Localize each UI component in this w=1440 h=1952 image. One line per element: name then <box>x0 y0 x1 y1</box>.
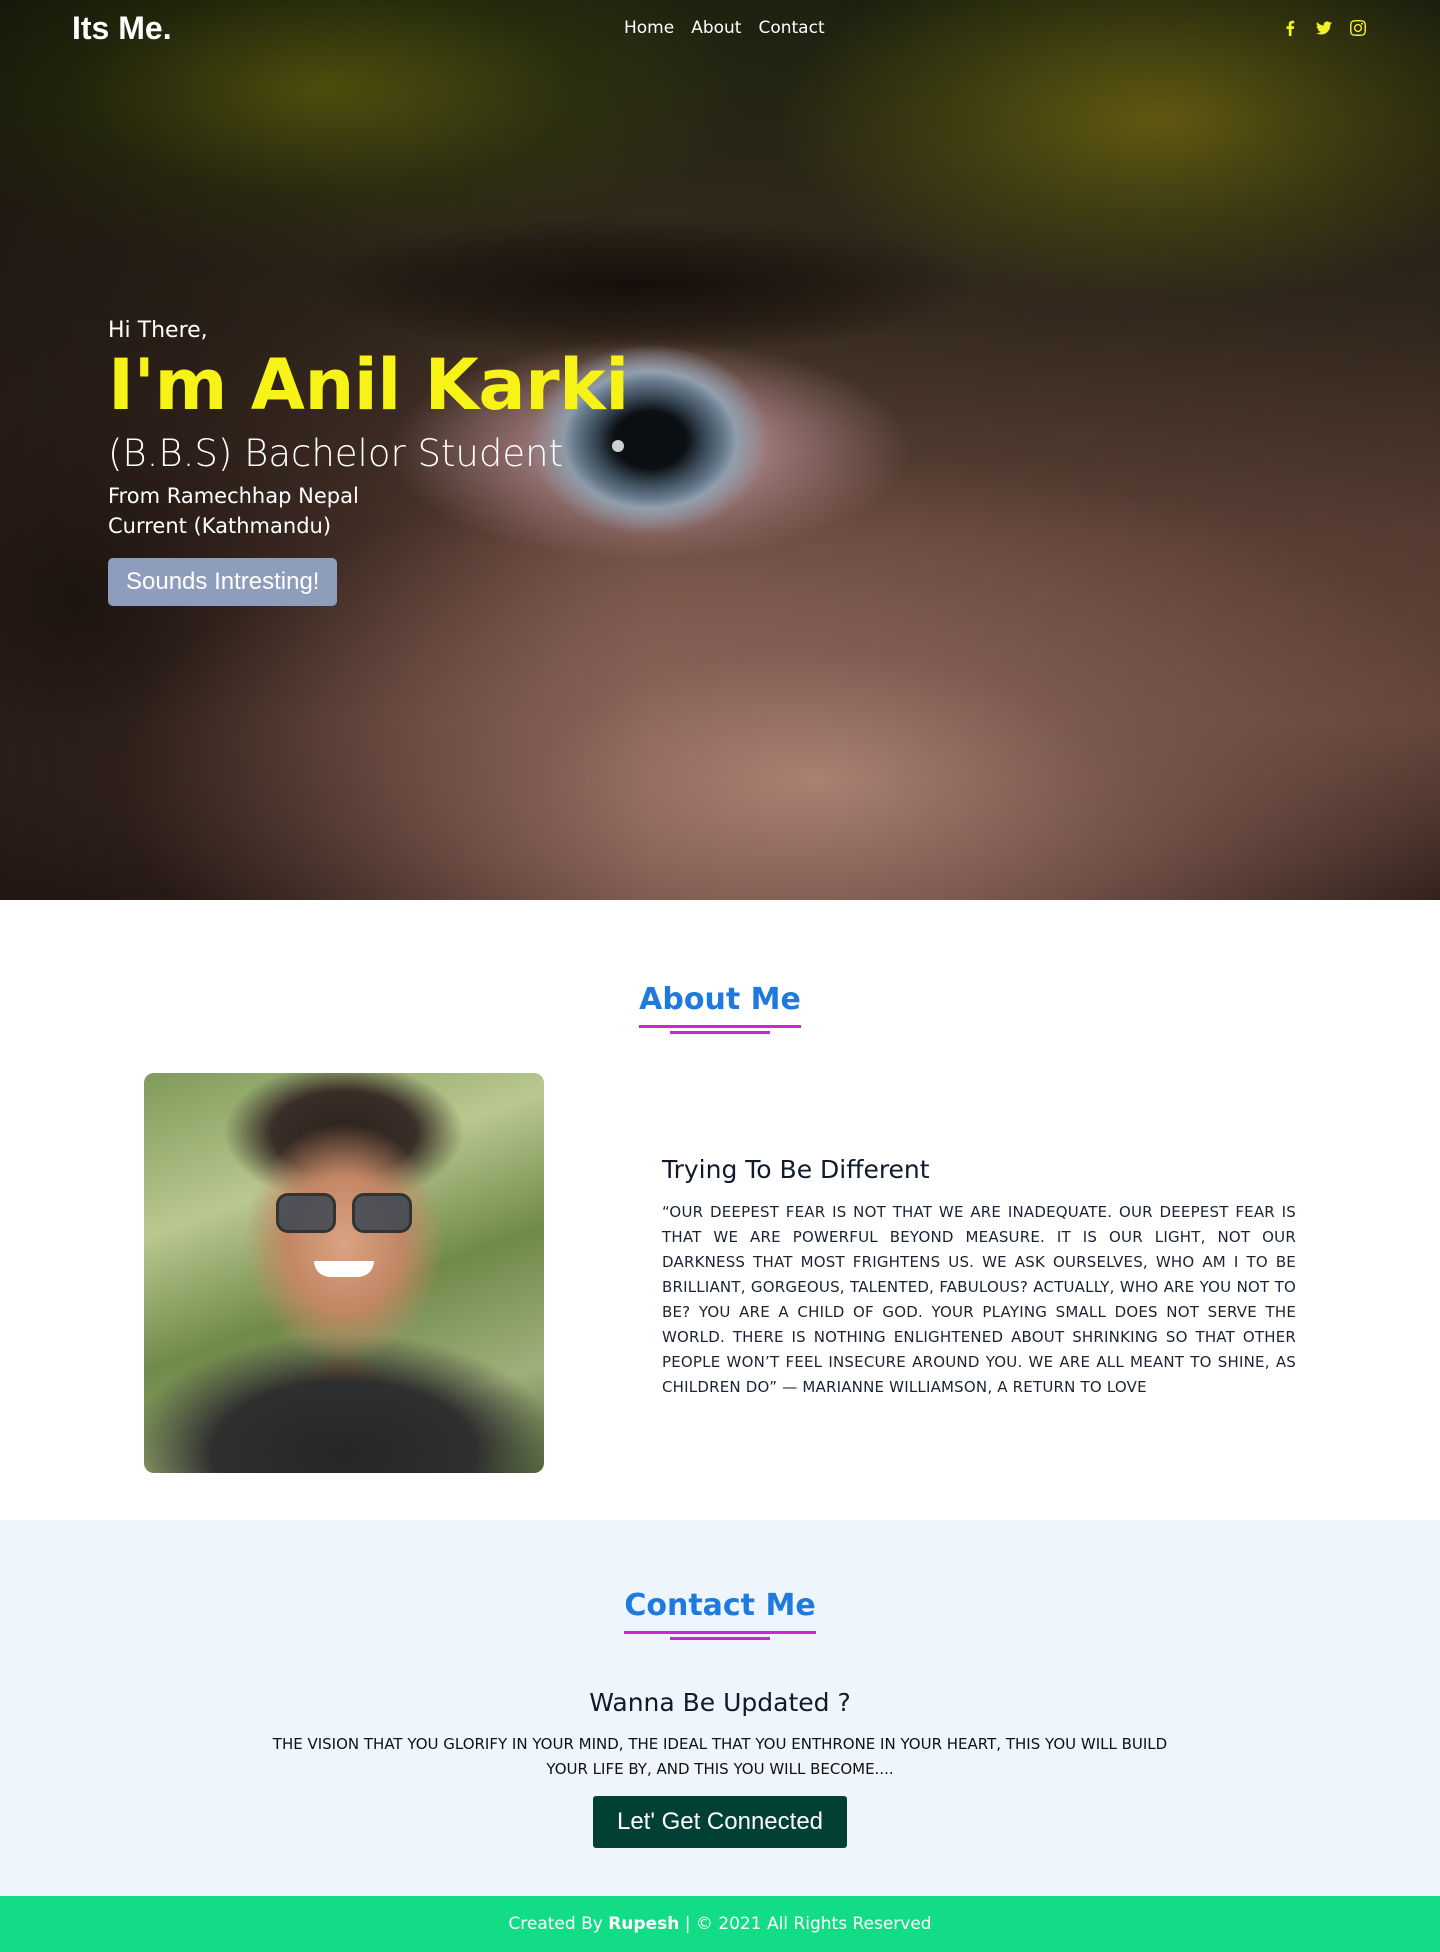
contact-heading: Wanna Be Updated ? <box>589 1688 851 1717</box>
footer-author-link[interactable]: Rupesh <box>608 1914 679 1934</box>
contact-title: Contact Me <box>624 1588 816 1634</box>
contact-text: The vision that you glorify in your mind… <box>272 1735 1168 1778</box>
footer-prefix: Created By <box>508 1914 603 1934</box>
hero-name: I'm Anil Karki <box>108 344 629 426</box>
twitter-icon[interactable] <box>1316 18 1332 38</box>
about-section: About Me Trying To Be Different “Our dee… <box>0 900 1440 1520</box>
hero-from: From Ramechhap Nepal <box>108 484 359 508</box>
contact-section: Contact Me Wanna Be Updated ? The vision… <box>0 1520 1440 1896</box>
hero-greeting: Hi There, <box>108 318 208 343</box>
navbar: Its Me. Home About Contact <box>0 0 1440 60</box>
hero-content: Hi There, I'm Anil Karki (B.B.S) Bachelo… <box>108 318 629 606</box>
contact-title-wrapper: Contact Me <box>0 1588 1440 1634</box>
about-text: Trying To Be Different “Our deepest fear… <box>662 1155 1296 1400</box>
sunglasses-decoration <box>276 1193 412 1233</box>
hero-current: Current (Kathmandu) <box>108 514 332 539</box>
footer-copyright: | © 2021 All Rights Reserved <box>684 1914 932 1934</box>
about-heading: Trying To Be Different <box>662 1155 930 1184</box>
hero-degree: (B.B.S) Bachelor Student <box>108 432 564 475</box>
brand-logo[interactable]: Its Me. <box>72 10 172 47</box>
nav-link-about[interactable]: About <box>691 18 741 38</box>
about-quote: “Our deepest fear is not that we are ina… <box>662 1203 1296 1396</box>
profile-photo <box>144 1073 544 1473</box>
facebook-icon[interactable] <box>1282 18 1298 38</box>
get-connected-button[interactable]: Let' Get Connected <box>593 1796 847 1848</box>
about-title: About Me <box>639 982 801 1028</box>
nav-link-contact[interactable]: Contact <box>758 18 824 38</box>
nav-links: Home About Contact <box>624 18 825 38</box>
smile-decoration <box>314 1261 374 1277</box>
nav-link-home[interactable]: Home <box>624 18 674 38</box>
footer: Created By Rupesh | © 2021 All Rights Re… <box>0 1896 1440 1952</box>
hero-section: Its Me. Home About Contact Hi There, I'm… <box>0 0 1440 900</box>
about-title-wrapper: About Me <box>0 982 1440 1028</box>
social-links <box>1282 18 1366 38</box>
instagram-icon[interactable] <box>1350 18 1366 38</box>
sounds-interesting-button[interactable]: Sounds Intresting! <box>108 557 338 606</box>
